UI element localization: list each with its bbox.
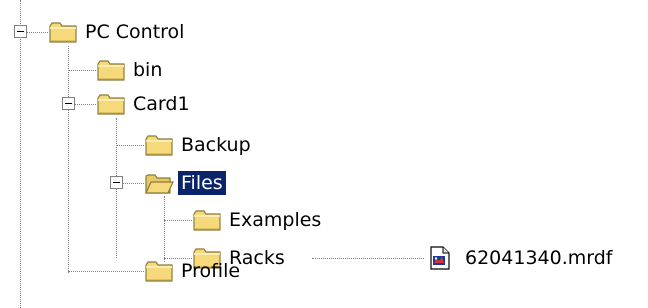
tree-node-label: Examples [229,209,322,231]
folder-closed-icon [144,132,174,158]
tree-node-pc-control[interactable]: PC Control [48,18,187,46]
tree-line [116,145,144,146]
tree-line [26,32,48,33]
tree-line [68,70,96,71]
folder-closed-icon [192,207,222,233]
tree-line [20,0,21,308]
tree-node-profile[interactable]: Profile [144,257,243,285]
tree-node-backup[interactable]: Backup [144,131,254,159]
mrdf-file-icon [428,245,458,271]
file-item-label: 62041340.mrdf [465,247,613,269]
collapse-toggle-card1[interactable] [62,97,75,110]
tree-line [164,220,192,221]
tree-line [164,196,165,262]
tree-line [68,271,144,272]
tree-node-label: Backup [181,134,251,156]
folder-closed-icon [96,91,126,117]
tree-node-files[interactable]: Files [144,169,226,197]
collapse-toggle-pc-control[interactable] [14,25,27,38]
folder-closed-icon [48,19,78,45]
tree-node-label: Card1 [133,93,190,115]
folder-tree: PC Control bin Card1 Backup Files Exampl… [0,0,648,308]
file-item-mrdf[interactable]: 62041340.mrdf [428,244,615,272]
tree-node-examples[interactable]: Examples [192,206,324,234]
tree-node-bin[interactable]: bin [96,56,165,84]
tree-line [312,258,424,259]
tree-line [74,104,96,105]
tree-node-label: Files [178,171,226,195]
folder-open-icon [144,170,174,196]
tree-node-label: Profile [181,260,241,282]
tree-node-label: bin [133,59,163,81]
collapse-toggle-files[interactable] [110,176,123,189]
tree-line [122,183,144,184]
tree-node-label: PC Control [85,21,185,43]
folder-closed-icon [96,57,126,83]
folder-closed-icon [144,258,174,284]
tree-line [68,46,69,273]
tree-node-card1[interactable]: Card1 [96,90,193,118]
